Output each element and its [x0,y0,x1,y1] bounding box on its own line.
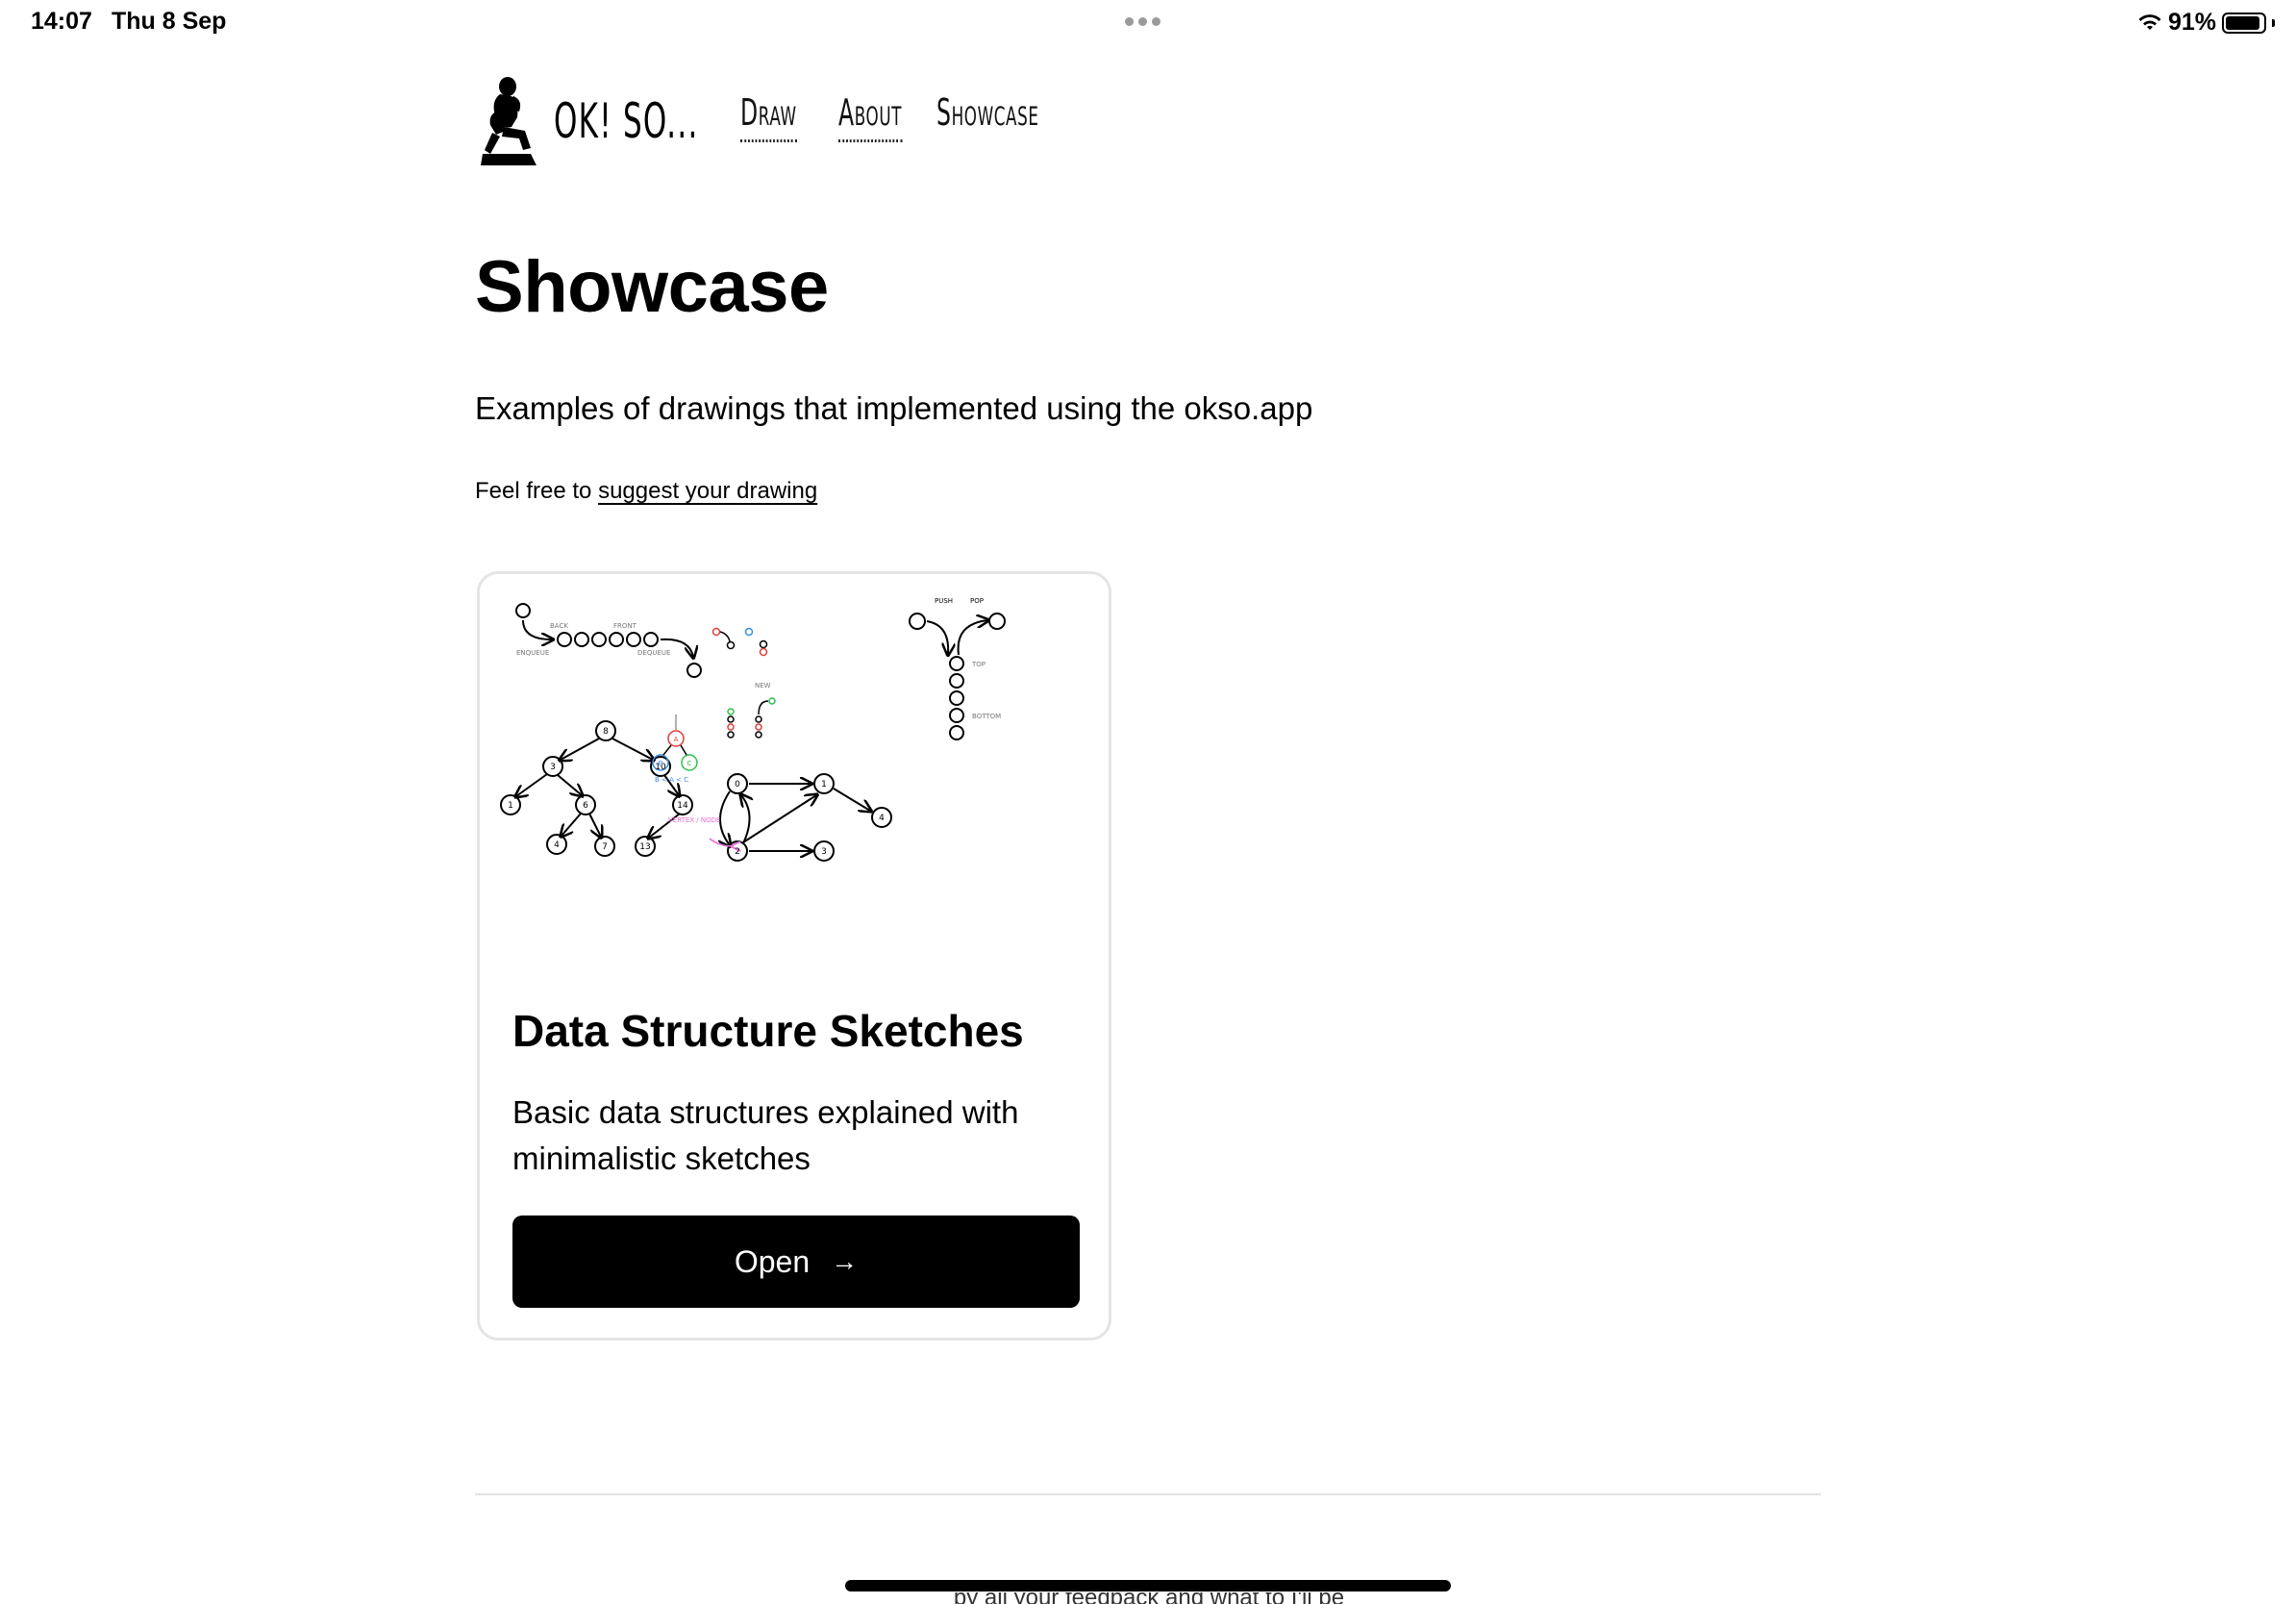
sketch-label-back: BACK [550,622,568,630]
bst-node-label: A [674,736,679,743]
footer-text: by ail your feedback and what to I'll be [846,1592,1452,1604]
card-title: Data Structure Sketches [512,1006,1024,1056]
sketch-label-front: FRONT [613,622,637,630]
sketch-label-enqueue: ENQUEUE [516,649,549,657]
page-title: Showcase [475,246,829,328]
nav-showcase[interactable]: Showcase [936,91,1039,139]
battery-percent: 91% [2167,9,2216,36]
tree-node-label: 7 [602,842,608,852]
tree-node-label: 6 [583,801,588,811]
open-button-label: Open [734,1243,811,1279]
sketch-label-pop: POP [970,597,984,605]
graph-node-label: 1 [821,780,827,789]
multitasking-dots-icon[interactable] [1125,17,1160,26]
status-bar: 14:07 Thu 8 Sep 91% [0,0,2296,46]
tree-node-label: 3 [550,763,556,772]
arrow-right-icon: → [831,1246,859,1276]
tree-node-label: 4 [554,840,560,850]
graph-node-label: 4 [879,814,885,823]
footer-divider [475,1493,1821,1495]
card-description: Basic data structures explained with min… [512,1094,1019,1176]
sketch-label-order: B < A < C [655,776,688,784]
open-button[interactable]: Open → [512,1216,1080,1308]
suggest-drawing-link[interactable]: suggest your drawing [598,478,817,504]
data-structure-sketch-image[interactable]: ENQUEUE DEQUEUE BACK FRONT PUSH POP TOP … [497,591,1093,966]
sketch-label-top: TOP [971,661,986,668]
nav-draw[interactable]: Draw [740,91,797,142]
suggest-prefix: Feel free to [475,478,599,504]
tree-node-label: 8 [603,727,609,737]
sketch-label-dequeue: DEQUEUE [637,649,670,657]
bst-node-label: B [659,760,663,767]
sketch-label-bottom: BOTTOM [972,713,1001,720]
nav-about[interactable]: About [838,91,903,142]
page-subtitle: Examples of drawings that implemented us… [475,390,1313,426]
site-header: OK! SO... Draw About Showcase [475,71,1042,171]
tree-node-label: 13 [639,842,650,852]
thinker-logo-icon[interactable] [475,73,544,169]
status-time: 14:07 [31,8,92,35]
sketch-label-vertex: VERTEX / NODE [668,816,720,824]
tree-node-label: 1 [508,801,513,811]
sketch-label-push: PUSH [935,597,953,605]
graph-node-label: 0 [735,780,740,789]
bst-node-label: C [687,760,692,767]
showcase-card: ENQUEUE DEQUEUE BACK FRONT PUSH POP TOP … [477,571,1111,1341]
battery-icon [2222,12,2266,34]
home-indicator[interactable] [845,1580,1451,1591]
tree-node-label: 14 [677,801,688,811]
main-nav: Draw About Showcase [740,91,1042,142]
logo-text[interactable]: OK! SO... [554,93,697,149]
sketch-label-new: NEW [755,682,771,689]
graph-node-label: 3 [821,847,827,857]
wifi-icon [2138,13,2161,30]
suggest-text: Feel free to suggest your drawing [475,478,817,505]
graph-node-label: 2 [735,847,740,857]
status-date: Thu 8 Sep [112,8,227,35]
